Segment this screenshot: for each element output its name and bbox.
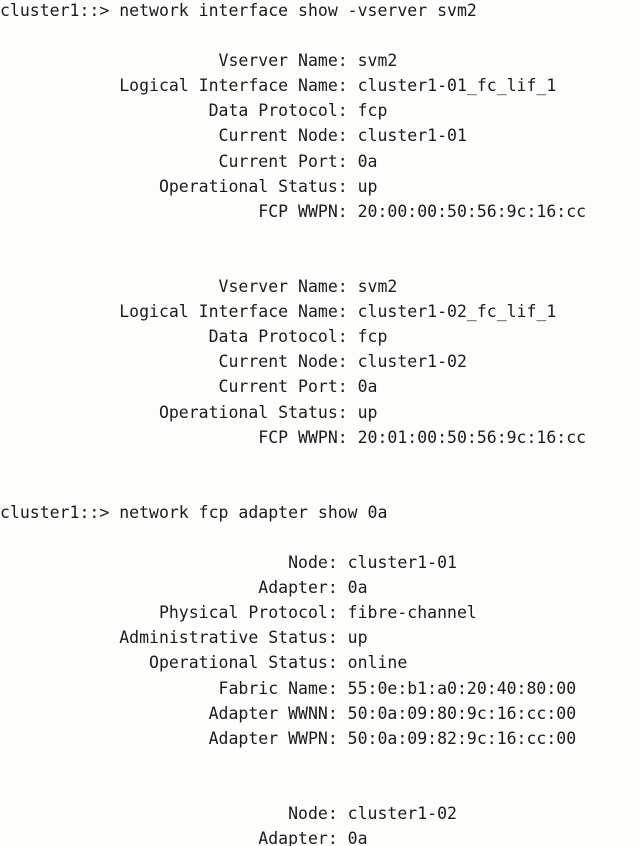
terminal-field-line: Vserver Name: svm2 — [0, 51, 398, 71]
terminal-field-line: Node: cluster1-01 — [0, 553, 457, 573]
terminal-field-line: Adapter WWNN: 50:0a:09:80:9c:16:cc:00 — [0, 703, 577, 723]
terminal-field-line: Adapter WWPN: 50:0a:09:82:9c:16:cc:00 — [0, 728, 577, 748]
terminal-field-line: Physical Protocol: fibre-channel — [0, 603, 477, 623]
terminal-field-line: Current Node: cluster1-01 — [0, 126, 467, 146]
terminal-field-line: Data Protocol: fcp — [0, 327, 388, 347]
terminal-field-line: Node: cluster1-02 — [0, 804, 457, 823]
terminal-field-line: Operational Status: up — [0, 402, 378, 422]
terminal-field-line: FCP WWPN: 20:00:00:50:56:9c:16:cc — [0, 201, 587, 221]
terminal-command-line: cluster1::> network interface show -vser… — [0, 1, 477, 20]
terminal-field-line: Current Node: cluster1-02 — [0, 352, 467, 372]
terminal-field-line: Operational Status: online — [0, 653, 408, 673]
terminal-screen[interactable]: cluster1::> network interface show -vser… — [0, 0, 640, 846]
terminal-field-line: Data Protocol: fcp — [0, 101, 388, 121]
terminal-field-line: Adapter: 0a — [0, 829, 368, 846]
terminal-field-line: Current Port: 0a — [0, 151, 378, 171]
terminal-field-line: Operational Status: up — [0, 176, 378, 196]
terminal-output: cluster1::> network interface show -vser… — [0, 0, 640, 846]
terminal-command-line: cluster1::> network fcp adapter show 0a — [0, 502, 388, 522]
terminal-field-line: Vserver Name: svm2 — [0, 277, 398, 297]
terminal-field-line: Adapter: 0a — [0, 578, 368, 598]
terminal-field-line: Logical Interface Name: cluster1-01_fc_l… — [0, 76, 557, 96]
terminal-field-line: Current Port: 0a — [0, 377, 378, 397]
terminal-field-line: FCP WWPN: 20:01:00:50:56:9c:16:cc — [0, 427, 587, 447]
terminal-field-line: Fabric Name: 55:0e:b1:a0:20:40:80:00 — [0, 678, 577, 698]
terminal-field-line: Logical Interface Name: cluster1-02_fc_l… — [0, 302, 557, 322]
terminal-field-line: Administrative Status: up — [0, 628, 368, 648]
